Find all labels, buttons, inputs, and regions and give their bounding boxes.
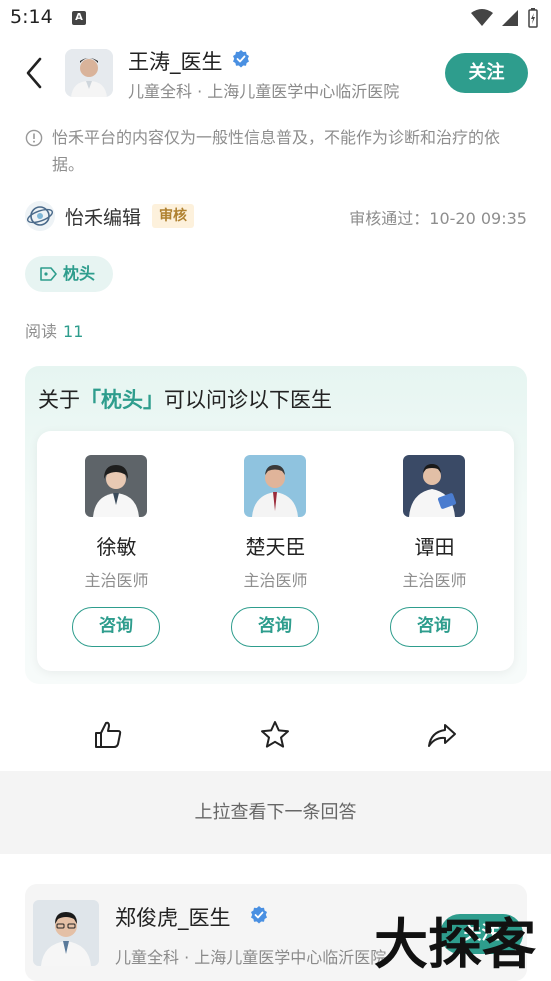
disclaimer-text: 怡禾平台的内容仅为一般性信息普及，不能作为诊断和治疗的依据。: [52, 128, 501, 174]
doctor-avatar[interactable]: [65, 49, 113, 97]
share-icon[interactable]: [426, 719, 458, 751]
watermark-logo: 大探客: [374, 913, 536, 975]
consult-title: 关于「枕头」可以问诊以下医生: [38, 384, 332, 414]
doctor-name[interactable]: 王涛_医生: [128, 46, 223, 76]
thumbs-up-icon[interactable]: [92, 719, 124, 751]
verified-badge-icon: [233, 50, 249, 68]
doctor-title: 主治医师: [402, 571, 467, 590]
doctor-photo[interactable]: [244, 455, 306, 517]
doctor-title: 主治医师: [84, 571, 149, 590]
action-row: [0, 712, 551, 758]
doctor-photo[interactable]: [403, 455, 465, 517]
next-doctor-subtitle: 儿童全科 · 上海儿童医学中心临沂医院: [115, 948, 387, 967]
consult-card: 关于「枕头」可以问诊以下医生 徐敏 主治医师 咨询 楚天臣 主治医师 咨询 谭田…: [25, 366, 527, 684]
doctor-card[interactable]: 楚天臣 主治医师 咨询: [196, 431, 355, 671]
editor-avatar-icon: [25, 201, 55, 231]
consult-title-topic: 「枕头」: [80, 388, 164, 412]
consult-title-suffix: 可以问诊以下医生: [164, 388, 332, 412]
doctor-name: 谭田: [414, 535, 455, 559]
status-bar: 5:14 A: [0, 0, 551, 36]
info-icon: [25, 129, 43, 147]
review-badge: 审核: [152, 204, 194, 228]
next-doctor-avatar[interactable]: [33, 900, 99, 966]
doctors-panel: 徐敏 主治医师 咨询 楚天臣 主治医师 咨询 谭田 主治医师 咨询: [37, 431, 514, 671]
next-doctor-name[interactable]: 郑俊虎_医生: [115, 902, 231, 932]
doctor-title: 主治医师: [243, 571, 308, 590]
review-time: 审核通过：10-20 09:35: [349, 209, 527, 228]
doctor-card[interactable]: 谭田 主治医师 咨询: [355, 431, 514, 671]
consult-button[interactable]: 咨询: [231, 607, 319, 647]
read-count: 11: [63, 322, 84, 341]
doctor-subtitle: 儿童全科 · 上海儿童医学中心临沂医院: [128, 82, 400, 101]
tag-label: 枕头: [63, 264, 96, 283]
status-icons: [471, 8, 539, 28]
editor-name: 怡禾编辑: [65, 207, 142, 229]
star-icon[interactable]: [259, 719, 291, 751]
read-count-row: 阅读 11: [25, 318, 83, 342]
tag-icon: [40, 267, 57, 281]
verified-badge-icon: [251, 906, 267, 924]
consult-button[interactable]: 咨询: [390, 607, 478, 647]
signal-icon: [502, 10, 518, 26]
notification-a-icon: A: [72, 11, 86, 25]
read-label: 阅读: [25, 322, 58, 341]
doctor-header: 王涛_医生 儿童全科 · 上海儿童医学中心临沂医院 关注: [0, 40, 551, 108]
back-arrow-icon[interactable]: [20, 54, 50, 92]
status-time: 5:14: [10, 6, 53, 28]
wifi-icon: [471, 9, 493, 26]
doctor-card[interactable]: 徐敏 主治医师 咨询: [37, 431, 196, 671]
tag-chip[interactable]: 枕头: [25, 256, 113, 292]
doctor-photo[interactable]: [85, 455, 147, 517]
consult-title-prefix: 关于: [38, 388, 80, 412]
battery-icon: [528, 8, 538, 28]
doctor-name: 楚天臣: [245, 535, 306, 559]
pull-up-next-answer[interactable]: 上拉查看下一条回答: [0, 771, 551, 854]
editor-row: 怡禾编辑 审核 审核通过：10-20 09:35: [25, 200, 527, 232]
follow-button[interactable]: 关注: [445, 53, 528, 93]
consult-button[interactable]: 咨询: [72, 607, 160, 647]
doctor-name: 徐敏: [96, 535, 137, 559]
watermark-text: 大探客: [374, 913, 536, 975]
